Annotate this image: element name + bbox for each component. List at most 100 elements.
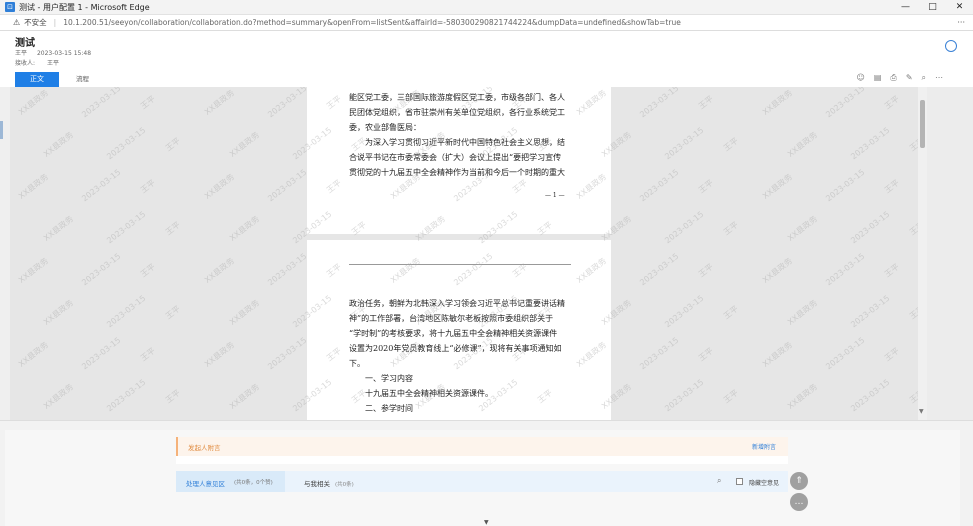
watermark-text: 2023-03-15 bbox=[663, 377, 706, 414]
watermark-text: XX县政务 bbox=[41, 298, 75, 327]
watermark-text: 2023-03-15 bbox=[638, 335, 681, 372]
document-icon[interactable]: ▤ bbox=[874, 73, 882, 83]
watermark-text: XX县政务 bbox=[760, 256, 794, 285]
watermark-text: XX县政务 bbox=[202, 256, 236, 285]
watermark-text: 2023-03-15 bbox=[266, 167, 309, 204]
recipients-row: 接收人: 王平 bbox=[15, 58, 69, 67]
search-icon[interactable]: ⌕ bbox=[922, 73, 926, 83]
watermark-text: 2023-03-15 bbox=[663, 209, 706, 246]
watermark-text: 2023-03-15 bbox=[80, 167, 123, 204]
back-to-top-button[interactable]: ⇑ bbox=[790, 472, 808, 490]
tab-count: (共0条) bbox=[335, 482, 354, 488]
url-text[interactable]: 10.1.200.51/seeyon/collaboration/collabo… bbox=[63, 18, 681, 27]
watermark-text: 2023-03-15 bbox=[663, 293, 706, 330]
hide-empty-checkbox[interactable] bbox=[736, 478, 743, 485]
watermark-text: 王平 bbox=[696, 94, 716, 111]
print-icon[interactable]: ⎙ bbox=[890, 73, 896, 83]
window-titlebar: ⊡ 测试 - 用户配置 1 - Microsoft Edge — □ ✕ bbox=[0, 0, 973, 15]
watermark-text: 2023-03-15 bbox=[824, 251, 867, 288]
watermark-text: 2023-03-15 bbox=[849, 125, 892, 162]
watermark-text: XX县政务 bbox=[227, 130, 261, 159]
doc-line: 民团体党组织，省市驻崇州有关单位党组织，各行业系统党工 bbox=[349, 108, 565, 117]
watermark-text: 王平 bbox=[163, 220, 183, 237]
watermark-text: 2023-03-15 bbox=[105, 377, 148, 414]
recipients-label: 接收人: bbox=[15, 60, 36, 67]
attachment-icon[interactable]: ✎ bbox=[906, 73, 913, 83]
tab-handler-opinions[interactable]: 处理人意见区 (共0条，0个赞) bbox=[176, 471, 285, 492]
tab-main-text[interactable]: 正文 bbox=[15, 72, 59, 87]
watermark-text: XX县政务 bbox=[202, 88, 236, 117]
watermark-text: 王平 bbox=[163, 388, 183, 405]
close-window-button[interactable]: ✕ bbox=[946, 0, 973, 15]
page-title: 测试 bbox=[15, 38, 35, 49]
scrollbar-thumb[interactable] bbox=[920, 100, 925, 148]
tab-related-to-me[interactable]: 与我相关 (共0条) bbox=[304, 478, 354, 488]
watermark-text: 王平 bbox=[721, 304, 741, 321]
watermark-text: XX县政务 bbox=[785, 214, 819, 243]
chat-button[interactable]: … bbox=[790, 493, 808, 511]
watermark-text: 王平 bbox=[882, 178, 902, 195]
watermark-text: XX县政务 bbox=[760, 88, 794, 117]
more-icon[interactable]: ··· bbox=[957, 18, 965, 27]
scroll-down-arrow-icon[interactable]: ▼ bbox=[919, 408, 924, 415]
doc-line: 二、参学时间 bbox=[349, 404, 413, 413]
watermark-text: 2023-03-15 bbox=[105, 209, 148, 246]
watermark-text: XX县政务 bbox=[16, 256, 50, 285]
author-name: 王平 bbox=[15, 50, 28, 57]
watermark-text: 王平 bbox=[696, 346, 716, 363]
warning-icon[interactable]: ⚠ bbox=[13, 18, 20, 27]
watermark-text: 2023-03-15 bbox=[849, 377, 892, 414]
sender-note-section: 发起人附言 新增附言 bbox=[176, 437, 788, 456]
watermark-text: 2023-03-15 bbox=[638, 251, 681, 288]
watermark-text: 王平 bbox=[138, 346, 158, 363]
doc-line: “学时制”的考核要求，将十九届五中全会精神相关资源课件 bbox=[349, 329, 558, 338]
watermark-text: 2023-03-15 bbox=[849, 293, 892, 330]
watermark-text: 2023-03-15 bbox=[105, 293, 148, 330]
hide-empty-label: 隐藏空意见 bbox=[749, 480, 780, 487]
recipients-value: 王平 bbox=[46, 60, 59, 67]
watermark-text: XX县政务 bbox=[16, 340, 50, 369]
right-strip bbox=[927, 87, 973, 420]
watermark-text: 王平 bbox=[163, 136, 183, 153]
document-page-2: 政治任务，朝鲜为北韩深入学习领会习近平总书记重要讲话精 神”的工作部署，台湾地区… bbox=[307, 240, 611, 420]
watermark-text: 2023-03-15 bbox=[849, 209, 892, 246]
comment-icon[interactable]: ☺ bbox=[857, 73, 865, 83]
watermark-text: 王平 bbox=[721, 136, 741, 153]
watermark-text: XX县政务 bbox=[16, 172, 50, 201]
minimize-button[interactable]: — bbox=[892, 0, 919, 15]
tab-count: (共0条，0个赞) bbox=[234, 480, 273, 486]
insecure-label[interactable]: 不安全 bbox=[24, 17, 47, 28]
doc-line: 贯彻党的十九届五中全会精神作为当前和今后一个时期的重大 bbox=[349, 168, 565, 177]
watermark-text: XX县政务 bbox=[41, 130, 75, 159]
separator: | bbox=[53, 18, 57, 27]
caret-down-icon[interactable]: ▼ bbox=[484, 519, 489, 526]
doc-line: 为深入学习贯彻习近平新时代中国特色社会主义思想，结 bbox=[349, 138, 565, 147]
watermark-text: 王平 bbox=[882, 346, 902, 363]
watermark-text: XX县政务 bbox=[760, 172, 794, 201]
doc-line: 设置为2020年党员教育线上“必修课”，现将有关事项通知如 bbox=[349, 344, 562, 353]
tab-label: 处理人意见区 bbox=[186, 480, 225, 488]
maximize-button[interactable]: □ bbox=[919, 0, 946, 15]
people-icon[interactable] bbox=[945, 40, 957, 52]
sender-note-body bbox=[176, 456, 788, 464]
watermark-text: 王平 bbox=[138, 178, 158, 195]
watermark-text: XX县政务 bbox=[760, 340, 794, 369]
tab-flow[interactable]: 流程 bbox=[76, 72, 89, 87]
sender-note-label: 发起人附言 bbox=[188, 444, 221, 452]
document-viewer[interactable]: 能区党工委，三部国际旅游度假区党工委，市级各部门、各人 民团体党组织，省市驻崇州… bbox=[10, 87, 928, 420]
tab-label: 与我相关 bbox=[304, 480, 330, 488]
more-icon[interactable]: ⋯ bbox=[935, 73, 943, 83]
add-note-link[interactable]: 新增附言 bbox=[752, 442, 776, 451]
watermark-text: 2023-03-15 bbox=[80, 335, 123, 372]
watermark-text: XX县政务 bbox=[202, 172, 236, 201]
search-icon[interactable]: ⌕ bbox=[717, 476, 721, 486]
watermark-text: XX县政务 bbox=[227, 214, 261, 243]
watermark-text: 王平 bbox=[696, 178, 716, 195]
doc-line: 下。 bbox=[349, 359, 365, 368]
left-marker bbox=[0, 121, 3, 139]
address-bar[interactable]: ⚠ 不安全 | 10.1.200.51/seeyon/collaboration… bbox=[0, 15, 973, 31]
watermark-text: XX县政务 bbox=[785, 298, 819, 327]
watermark-text: XX县政务 bbox=[785, 130, 819, 159]
left-strip bbox=[0, 87, 10, 420]
doc-line: 政治任务，朝鲜为北韩深入学习领会习近平总书记重要讲话精 bbox=[349, 299, 565, 308]
